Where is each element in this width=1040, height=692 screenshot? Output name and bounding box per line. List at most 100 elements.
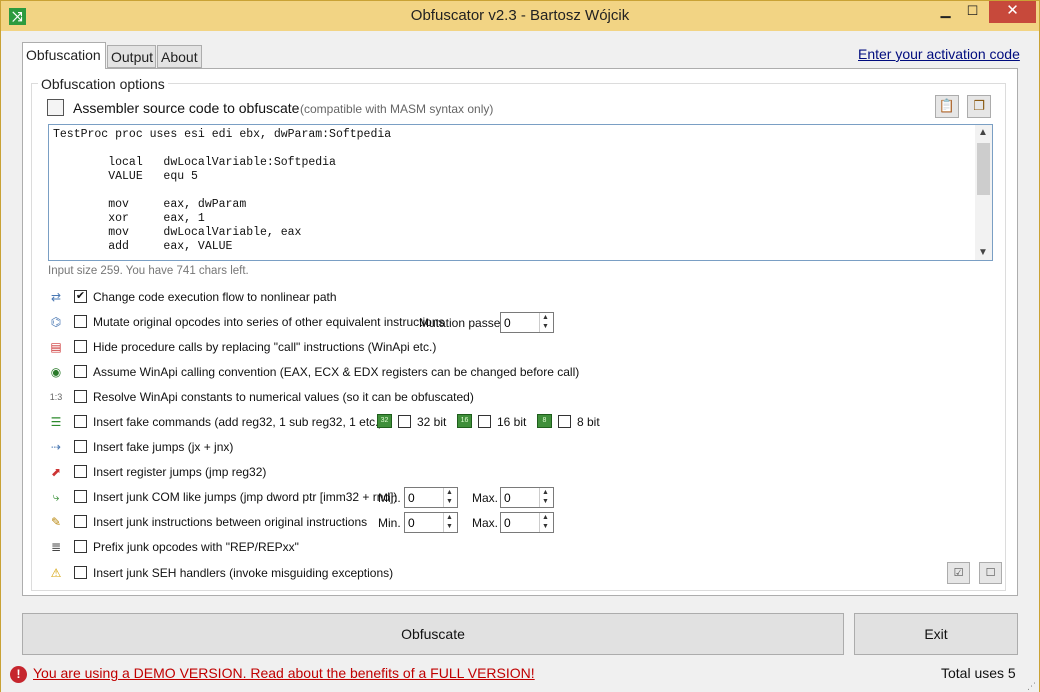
tree-icon: ⌬ [50, 315, 62, 329]
call-icon: ▤ [50, 340, 62, 354]
junk-min-label: Min. [378, 516, 401, 530]
window-title: Obfuscator v2.3 - Bartosz Wójcik [410, 7, 630, 24]
activation-link[interactable]: Enter your activation code [858, 46, 1020, 62]
tab-output[interactable]: Output [107, 45, 156, 68]
option-label: Prefix junk opcodes with "REP/REPxx" [93, 540, 299, 554]
option-checkbox[interactable] [74, 440, 87, 453]
spinner-value: 0 [504, 516, 511, 530]
spin-down-icon[interactable]: ▼ [542, 323, 549, 330]
fake-commands-icon: ☰ [50, 415, 62, 429]
option-checkbox[interactable] [74, 415, 87, 428]
spin-up-icon[interactable]: ▲ [446, 514, 453, 521]
input-size-status: Input size 259. You have 741 chars left. [48, 265, 249, 277]
bit16-label: 16 bit [497, 415, 527, 429]
option-checkbox[interactable] [74, 390, 87, 403]
bit16-checkbox[interactable] [478, 415, 491, 428]
com-min-spinner[interactable]: 0 ▲ ▼ [404, 487, 458, 508]
obfuscate-button[interactable]: Obfuscate [22, 613, 844, 655]
bit8-badge-icon: 8 [537, 414, 552, 428]
spin-down-icon[interactable]: ▼ [446, 523, 453, 530]
option-checkbox[interactable] [74, 465, 87, 478]
code-line: xor eax, 1 [53, 212, 205, 225]
asm-source-label: Assembler source code to obfuscate [73, 100, 300, 116]
option-label: Insert fake commands (add reg32, 1 sub r… [93, 415, 383, 429]
spin-down-icon[interactable]: ▼ [542, 523, 549, 530]
bit32-label: 32 bit [417, 415, 447, 429]
com-jumps-icon: ⤷ [52, 490, 60, 504]
mutation-passes-label: Mutation passes [419, 316, 507, 330]
option-checkbox[interactable] [74, 515, 87, 528]
tab-about[interactable]: About [157, 45, 202, 68]
tab-obfuscation[interactable]: Obfuscation [22, 42, 106, 69]
code-editor[interactable]: TestProc proc uses esi edi ebx, dwParam:… [48, 124, 993, 261]
exit-button[interactable]: Exit [854, 613, 1018, 655]
option-label: Insert fake jumps (jx + jnx) [93, 440, 234, 454]
app-window: ⤨ Obfuscator v2.3 - Bartosz Wójcik ▁ ☐ ✕… [0, 0, 1040, 692]
error-icon: ! [10, 666, 27, 683]
option-checkbox[interactable] [74, 315, 87, 328]
spin-up-icon[interactable]: ▲ [542, 514, 549, 521]
code-line: local dwLocalVariable:Softpedia [53, 156, 336, 169]
scroll-thumb[interactable] [977, 143, 990, 195]
maximize-button[interactable]: ☐ [959, 1, 986, 23]
code-line: TestProc proc uses esi edi ebx, dwParam:… [53, 128, 392, 141]
paste-button[interactable]: 📋 [935, 95, 959, 118]
bit16-badge-icon: 16 [457, 414, 472, 428]
spin-down-icon[interactable]: ▼ [446, 498, 453, 505]
spin-up-icon[interactable]: ▲ [542, 489, 549, 496]
options-group-title: Obfuscation options [38, 76, 168, 92]
resize-grip-icon[interactable]: ⋰ [1027, 681, 1036, 692]
junk-instructions-icon: ✎ [50, 515, 62, 529]
bit32-checkbox[interactable] [398, 415, 411, 428]
option-label: Resolve WinApi constants to numerical va… [93, 390, 474, 404]
option-label: Insert junk COM like jumps (jmp dword pt… [93, 490, 398, 504]
spinner-value: 0 [504, 491, 511, 505]
junk-min-spinner[interactable]: 0 ▲ ▼ [404, 512, 458, 533]
scroll-up-icon[interactable]: ▲ [978, 127, 988, 138]
clipboard-icon: 📋 [938, 98, 956, 113]
junk-max-label: Max. [472, 516, 499, 530]
spin-up-icon[interactable]: ▲ [542, 314, 549, 321]
demo-version-link[interactable]: You are using a DEMO VERSION. Read about… [33, 665, 535, 681]
minimize-button[interactable]: ▁ [932, 1, 959, 23]
option-checkbox[interactable]: ✔ [74, 290, 87, 303]
spin-up-icon[interactable]: ▲ [446, 489, 453, 496]
code-scrollbar[interactable]: ▲ ▼ [975, 125, 992, 260]
windows-icon: ◉ [50, 365, 62, 379]
mutation-passes-spinner[interactable]: 0 ▲ ▼ [500, 312, 554, 333]
option-checkbox[interactable] [74, 365, 87, 378]
code-line: mov eax, dwParam [53, 198, 247, 211]
option-checkbox[interactable] [74, 490, 87, 503]
junk-max-spinner[interactable]: 0 ▲ ▼ [500, 512, 554, 533]
option-label: Assume WinApi calling convention (EAX, E… [93, 365, 580, 379]
com-max-label: Max. [472, 491, 499, 505]
bit8-label: 8 bit [577, 415, 600, 429]
check-all-button[interactable]: ☑ [947, 562, 970, 584]
option-label: Hide procedure calls by replacing "call"… [93, 340, 437, 354]
option-label: Insert junk SEH handlers (invoke misguid… [93, 566, 394, 580]
spinner-value: 0 [408, 491, 415, 505]
title-bar: ⤨ Obfuscator v2.3 - Bartosz Wójcik ▁ ☐ ✕ [1, 1, 1039, 31]
bit8-checkbox[interactable] [558, 415, 571, 428]
com-min-label: Min. [378, 491, 401, 505]
copy-button[interactable]: ❐ [967, 95, 991, 118]
option-label: Insert junk instructions between origina… [93, 515, 368, 529]
total-uses-label: Total uses 5 [941, 665, 1016, 681]
option-label: Insert register jumps (jmp reg32) [93, 465, 267, 479]
com-max-spinner[interactable]: 0 ▲ ▼ [500, 487, 554, 508]
close-button[interactable]: ✕ [989, 1, 1036, 23]
fake-jumps-icon: ⇢ [50, 440, 62, 454]
option-label: Mutate original opcodes into series of o… [93, 315, 445, 329]
uncheck-all-button[interactable]: ☐ [979, 562, 1002, 584]
option-checkbox[interactable] [74, 540, 87, 553]
option-checkbox[interactable] [74, 340, 87, 353]
warning-icon: ⚠ [50, 566, 62, 580]
register-jumps-icon: ⬈ [50, 465, 62, 479]
numbers-icon: 1:3 [49, 392, 63, 402]
scroll-down-icon[interactable]: ▼ [978, 247, 988, 258]
option-checkbox[interactable] [74, 566, 87, 579]
bit32-badge-icon: 32 [377, 414, 392, 428]
asm-source-icon [47, 99, 64, 116]
prefix-icon: ≣ [50, 540, 62, 554]
spin-down-icon[interactable]: ▼ [542, 498, 549, 505]
